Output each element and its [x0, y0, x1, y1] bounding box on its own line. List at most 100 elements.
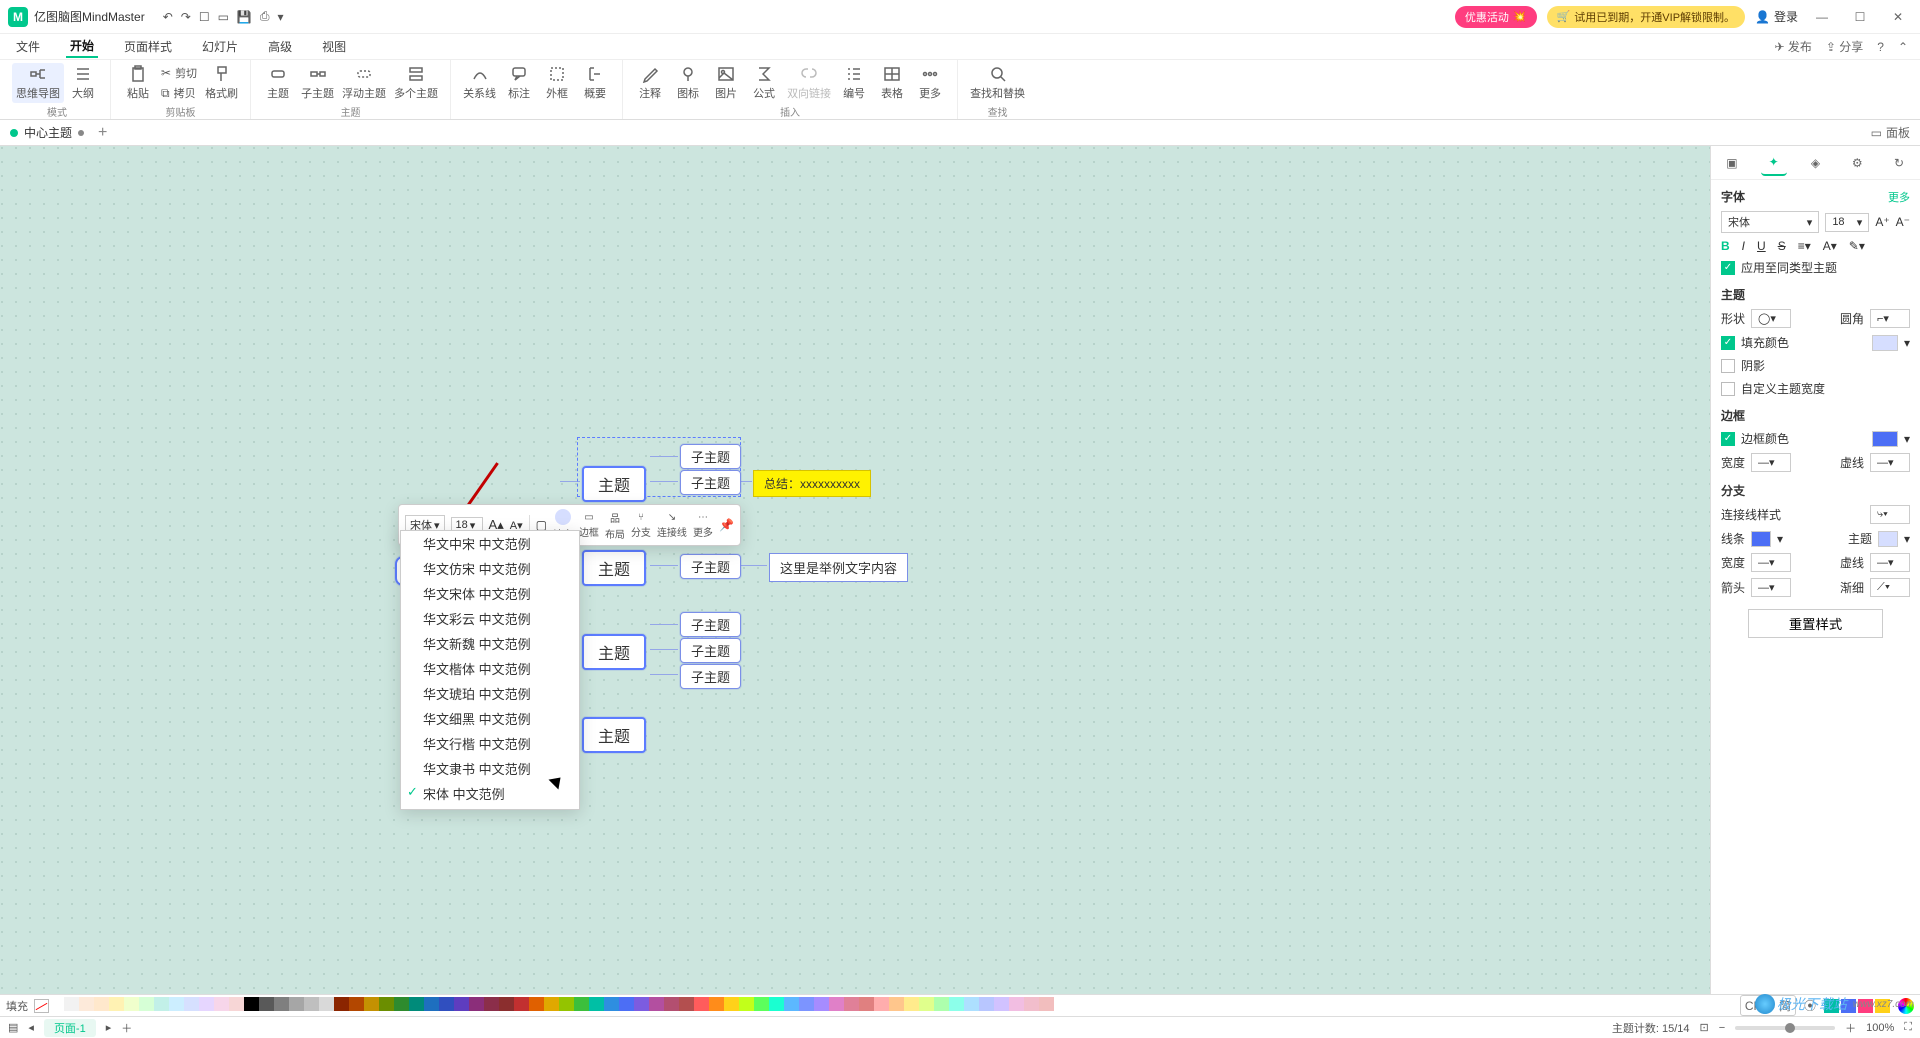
color-swatch[interactable]	[559, 997, 574, 1011]
color-swatch[interactable]	[709, 997, 724, 1011]
help-icon[interactable]: ?	[1877, 40, 1884, 54]
subtopic-node[interactable]: 子主题	[680, 612, 741, 637]
color-swatch[interactable]	[514, 997, 529, 1011]
subtopic-node[interactable]: 子主题	[680, 444, 741, 469]
more-button[interactable]: ⋯更多	[693, 512, 713, 539]
new-tab-button[interactable]: +	[98, 124, 107, 142]
cut-button[interactable]: ✂剪切	[157, 64, 201, 82]
rp-tab-outline-icon[interactable]: ▣	[1719, 150, 1745, 176]
branch-dash-select[interactable]: —▾	[1870, 553, 1910, 572]
subtopic-node[interactable]: 子主题	[680, 470, 741, 495]
color-swatch[interactable]	[94, 997, 109, 1011]
font-option[interactable]: 华文楷体 中文范例	[401, 656, 579, 681]
share-button[interactable]: ⇪ 分享	[1826, 38, 1863, 55]
color-swatch[interactable]	[454, 997, 469, 1011]
rp-tab-style-icon[interactable]: ✦	[1761, 150, 1787, 176]
color-swatch[interactable]	[424, 997, 439, 1011]
subtopic-node[interactable]: 子主题	[680, 664, 741, 689]
menu-view[interactable]: 视图	[318, 36, 350, 57]
color-swatch[interactable]	[379, 997, 394, 1011]
topic-node[interactable]: 主题	[582, 717, 646, 753]
more-insert-button[interactable]: 更多	[911, 63, 949, 103]
menu-start[interactable]: 开始	[66, 35, 98, 58]
summary-node[interactable]: 总结：xxxxxxxxxx	[753, 470, 871, 497]
font-option[interactable]: 华文行楷 中文范例	[401, 731, 579, 756]
font-option[interactable]: 华文宋体 中文范例	[401, 581, 579, 606]
font-size-select[interactable]: 18▾	[1825, 213, 1869, 232]
taper-select[interactable]: ⟋▾	[1870, 578, 1910, 597]
panel-toggle[interactable]: ▭ 面板	[1871, 124, 1910, 141]
topic-node[interactable]: 主题	[582, 466, 646, 502]
color-swatch[interactable]	[289, 997, 304, 1011]
float-topic-button[interactable]: 浮动主题	[338, 63, 390, 103]
color-swatch[interactable]	[124, 997, 139, 1011]
promo-badge[interactable]: 优惠活动💥	[1455, 6, 1537, 28]
color-swatch[interactable]	[664, 997, 679, 1011]
italic-icon[interactable]: I	[1742, 239, 1745, 253]
color-swatch[interactable]	[439, 997, 454, 1011]
save-icon[interactable]: 💾	[237, 10, 252, 24]
color-swatch[interactable]	[1009, 997, 1024, 1011]
open-icon[interactable]: ▭	[218, 10, 229, 24]
multi-topic-button[interactable]: 多个主题	[390, 63, 442, 103]
color-swatch[interactable]	[994, 997, 1009, 1011]
page-next-icon[interactable]: ▸	[106, 1021, 112, 1034]
border-color-checkbox[interactable]: ✓	[1721, 432, 1735, 446]
bidir-link-button[interactable]: 双向链接	[783, 63, 835, 103]
border-width-select[interactable]: —▾	[1751, 453, 1791, 472]
color-swatch[interactable]	[199, 997, 214, 1011]
color-swatch[interactable]	[409, 997, 424, 1011]
canvas[interactable]: 主题 子主题 子主题 总结：xxxxxxxxxx 主题 子主题 这里是举例文字内…	[0, 146, 1710, 994]
image-button[interactable]: 图片	[707, 63, 745, 103]
color-swatch[interactable]	[544, 997, 559, 1011]
paste-button[interactable]: 粘贴	[119, 63, 157, 103]
font-option[interactable]: 华文仿宋 中文范例	[401, 556, 579, 581]
color-swatch[interactable]	[694, 997, 709, 1011]
color-swatch[interactable]	[64, 997, 79, 1011]
trial-badge[interactable]: 🛒试用已到期，开通VIP解锁限制。	[1547, 6, 1745, 28]
bold-icon[interactable]: B	[1721, 239, 1730, 253]
example-node[interactable]: 这里是举例文字内容	[769, 553, 908, 582]
color-swatch[interactable]	[154, 997, 169, 1011]
mindmap-mode-button[interactable]: 思维导图	[12, 63, 64, 103]
line-color-swatch[interactable]	[1751, 531, 1771, 547]
subtopic-node[interactable]: 子主题	[680, 638, 741, 663]
rp-tab-tag-icon[interactable]: ◈	[1802, 150, 1828, 176]
color-swatch[interactable]	[679, 997, 694, 1011]
color-swatch[interactable]	[529, 997, 544, 1011]
color-swatch[interactable]	[259, 997, 274, 1011]
arrow-select[interactable]: —▾	[1751, 578, 1791, 597]
font-grow-icon[interactable]: A⁺	[1875, 215, 1889, 229]
fullscreen-icon[interactable]: ⛶	[1904, 1021, 1912, 1034]
zoom-in-icon[interactable]: ＋	[1845, 1020, 1856, 1036]
branch-button[interactable]: ⑂分支	[631, 512, 651, 539]
subtopic-button[interactable]: 子主题	[297, 63, 338, 103]
color-swatch[interactable]	[169, 997, 184, 1011]
radius-select[interactable]: ⌐▾	[1870, 309, 1910, 328]
fit-icon[interactable]: ⊡	[1700, 1021, 1709, 1034]
font-option[interactable]: 华文细黑 中文范例	[401, 706, 579, 731]
pin-toolbar-icon[interactable]: 📌	[719, 518, 734, 532]
font-option[interactable]: 华文中宋 中文范例	[401, 531, 579, 556]
zoom-slider[interactable]	[1735, 1026, 1835, 1030]
ime-indicator[interactable]: CH ⊘ 简	[1740, 995, 1796, 1016]
color-swatch[interactable]	[844, 997, 859, 1011]
fill-color-swatch[interactable]	[1872, 335, 1898, 351]
apply-same-checkbox[interactable]: ✓	[1721, 261, 1735, 275]
border-dash-select[interactable]: —▾	[1870, 453, 1910, 472]
color-swatch[interactable]	[784, 997, 799, 1011]
color-swatch[interactable]	[769, 997, 784, 1011]
rp-tab-history-icon[interactable]: ↻	[1886, 150, 1912, 176]
maximize-icon[interactable]: ☐	[1846, 7, 1874, 27]
connector-style-select[interactable]: ⤷▾	[1870, 505, 1910, 524]
color-swatch[interactable]	[919, 997, 934, 1011]
user-icon[interactable]: 👤登录	[1755, 8, 1798, 25]
color-swatch[interactable]	[469, 997, 484, 1011]
find-replace-button[interactable]: 查找和替换	[966, 63, 1029, 103]
menu-file[interactable]: 文件	[12, 36, 44, 57]
color-swatch[interactable]	[244, 997, 259, 1011]
minimize-icon[interactable]: —	[1808, 7, 1836, 27]
menu-pagestyle[interactable]: 页面样式	[120, 36, 176, 57]
color-swatch[interactable]	[889, 997, 904, 1011]
color-swatch[interactable]	[949, 997, 964, 1011]
